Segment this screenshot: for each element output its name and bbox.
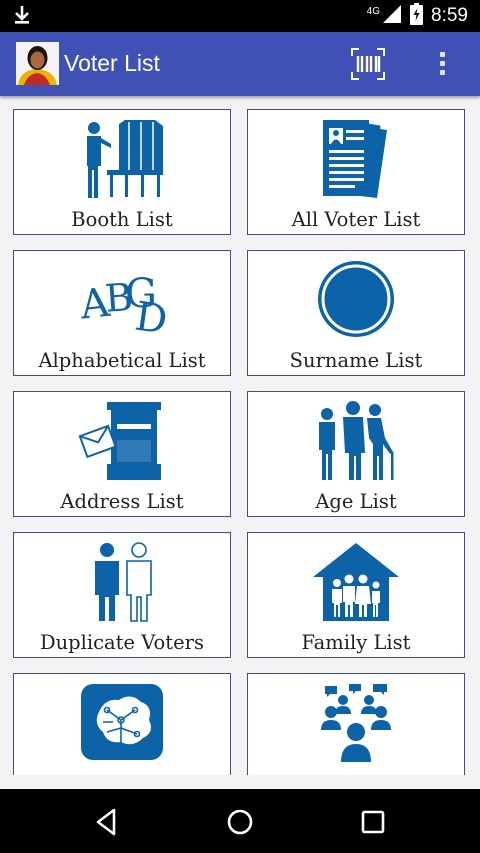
battery-icon <box>410 2 424 30</box>
age-list-tile[interactable]: Age List <box>247 391 465 517</box>
documents-icon <box>323 120 387 198</box>
mailbox-icon <box>78 402 161 480</box>
download-icon <box>12 4 32 31</box>
home-icon[interactable] <box>223 805 257 839</box>
svg-text:D: D <box>132 294 167 341</box>
tile-label: Age List <box>315 490 397 513</box>
avatar[interactable] <box>16 42 59 85</box>
network-type: 4G <box>366 5 381 17</box>
status-bar: 4G 8:59 <box>0 0 480 32</box>
region-tile[interactable] <box>13 673 231 775</box>
voting-booth-icon <box>87 120 163 198</box>
all-voter-list-tile[interactable]: All Voter List <box>247 109 465 235</box>
tile-label: Surname List <box>289 349 423 372</box>
back-icon[interactable] <box>90 805 124 839</box>
tile-label: Alphabetical List <box>38 349 206 372</box>
address-list-tile[interactable]: Address List <box>13 391 231 517</box>
overflow-menu-icon[interactable] <box>430 48 454 80</box>
tile-label: All Voter List <box>291 208 421 231</box>
navigation-bar <box>0 789 480 853</box>
map-region-icon <box>81 684 163 760</box>
tile-label: Family List <box>301 631 411 654</box>
app-title: Voter List <box>64 50 160 76</box>
alphabetical-list-tile[interactable]: A B G D Alphabetical List <box>13 250 231 376</box>
circle-icon <box>318 261 394 337</box>
recents-icon[interactable] <box>356 805 390 839</box>
clock: 8:59 <box>431 5 468 26</box>
tile-label: Address List <box>60 490 184 513</box>
app-bar: Voter List <box>0 32 480 96</box>
menu-grid: Booth List All Voter List A B G D Alphab… <box>0 96 480 775</box>
barcode-scan-icon[interactable] <box>350 47 386 81</box>
group-discussion-icon <box>321 684 391 762</box>
duplicate-person-icon <box>95 542 152 622</box>
family-list-tile[interactable]: Family List <box>247 532 465 658</box>
abcd-letters-icon: A B G D <box>77 271 167 341</box>
group-tile[interactable] <box>247 673 465 775</box>
age-group-icon <box>319 401 394 480</box>
family-house-icon <box>313 543 399 621</box>
tile-label: Booth List <box>71 208 173 231</box>
duplicate-voters-tile[interactable]: Duplicate Voters <box>13 532 231 658</box>
signal-icon <box>382 4 402 29</box>
booth-list-tile[interactable]: Booth List <box>13 109 231 235</box>
tile-label: Duplicate Voters <box>39 631 204 654</box>
surname-list-tile[interactable]: Surname List <box>247 250 465 376</box>
